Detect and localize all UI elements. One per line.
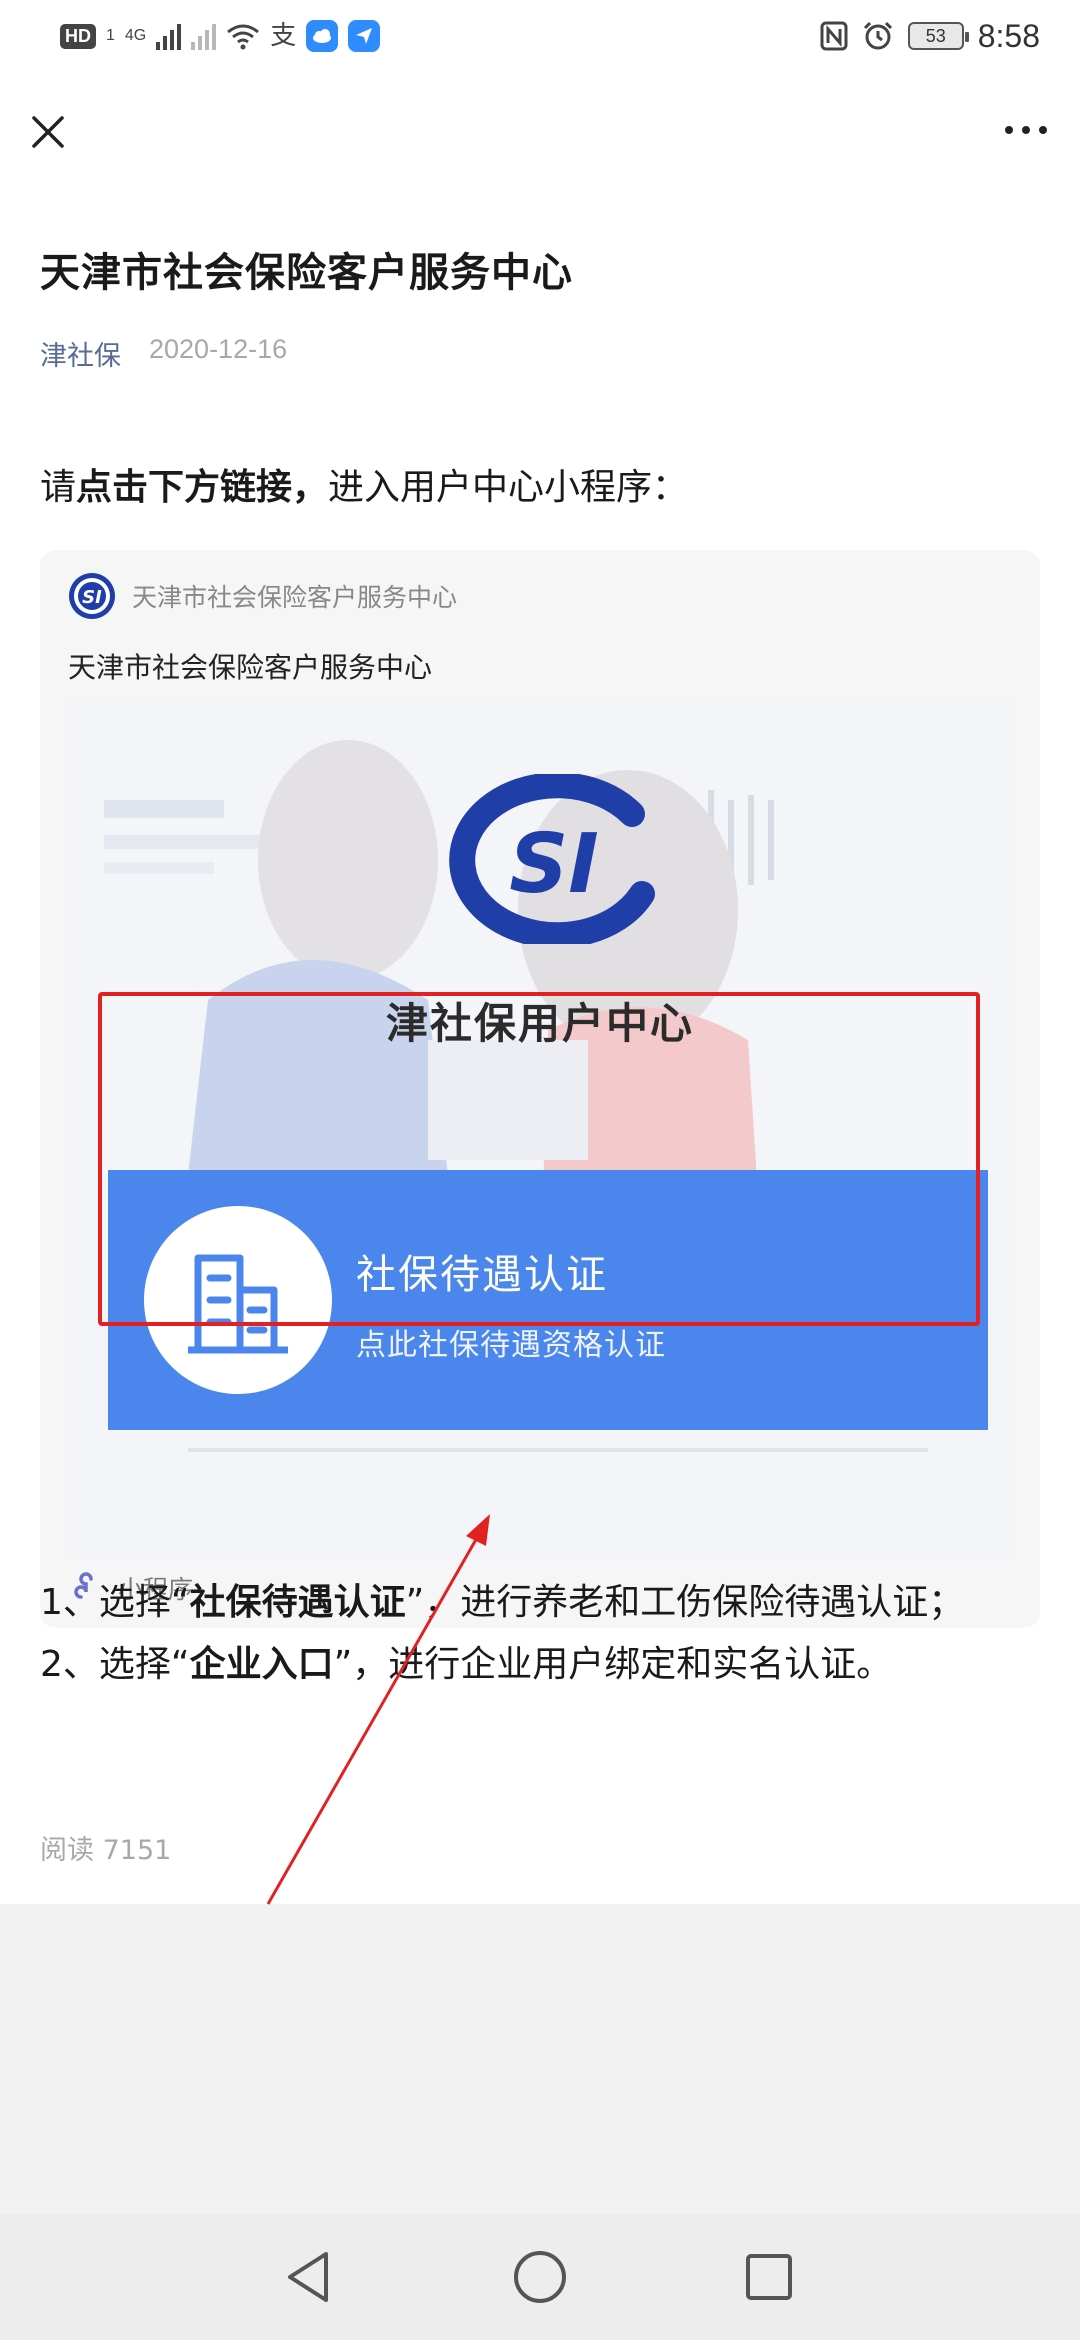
wifi-icon — [227, 24, 260, 50]
step-1: 1、选择“社保待遇认证”，进行养老和工伤保险待遇认证； — [40, 1572, 1050, 1634]
step-2-prefix: 2、选择“ — [40, 1644, 190, 1685]
battery-level: 53 — [925, 25, 946, 46]
publish-date: 2020-12-16 — [149, 334, 288, 364]
send-app-icon — [348, 20, 381, 52]
home-icon[interactable] — [507, 2244, 573, 2310]
mini-program-source: SI 天津市社会保险客户服务中心 — [68, 572, 457, 620]
more-options-icon[interactable] — [996, 112, 1056, 148]
hd-sub-label: 1 — [106, 27, 115, 44]
clock: 8:58 — [977, 17, 1040, 54]
status-right-icons: 53 8:58 — [820, 18, 1040, 54]
nfc-icon — [820, 21, 848, 51]
csi-logo-icon: SI — [449, 774, 655, 944]
social-security-logo-icon: SI — [69, 573, 115, 619]
step-1-suffix: ”，进行养老和工伤保险待遇认证； — [405, 1582, 965, 1623]
step-1-bold: 社保待遇认证 — [189, 1582, 406, 1623]
recent-apps-icon[interactable] — [736, 2244, 802, 2310]
instruction-steps: 1、选择“社保待遇认证”，进行养老和工伤保险待遇认证； 2、选择“企业入口”，进… — [40, 1572, 1050, 1696]
step-2-bold: 企业入口 — [189, 1644, 334, 1685]
mini-program-source-name: 天津市社会保险客户服务中心 — [132, 583, 458, 612]
signal-strength-icon — [156, 22, 182, 50]
article-title: 天津市社会保险客户服务中心 — [40, 250, 573, 296]
step-1-prefix: 1、选择“ — [40, 1582, 190, 1623]
article-page: 天津市社会保险客户服务中心 津社保 2020-12-16 请点击下方链接，进入用… — [0, 72, 1080, 1904]
battery-icon: 53 — [907, 22, 969, 50]
mini-program-description: 天津市社会保险客户服务中心 — [68, 651, 433, 684]
banner-subtitle: 点此社保待遇资格认证 — [356, 1328, 666, 1363]
svg-text:SI: SI — [82, 587, 102, 608]
alipay-icon: 支 — [270, 21, 297, 51]
system-navigation-bar — [0, 2214, 1080, 2340]
highlight-rectangle — [98, 992, 980, 1326]
step-2: 2、选择“企业入口”，进行企业用户绑定和实名认证。 — [40, 1634, 1050, 1696]
step-2-suffix: ”，进行企业用户绑定和实名认证。 — [333, 1644, 893, 1685]
signal-empty-icon — [191, 22, 217, 50]
cloud-app-icon — [306, 20, 339, 52]
status-bar: HD 1 4G 支 53 8:58 — [0, 0, 1080, 72]
svg-text:SI: SI — [509, 817, 599, 912]
intro-prefix: 请 — [40, 467, 77, 508]
alarm-icon — [863, 21, 892, 50]
intro-bold: 点击下方链接， — [76, 467, 329, 508]
hd-badge: HD — [60, 23, 96, 49]
intro-suffix: 进入用户中心小程序： — [328, 467, 689, 508]
close-icon[interactable] — [24, 108, 72, 156]
intro-text: 请点击下方链接，进入用户中心小程序： — [40, 458, 688, 510]
network-type-label: 4G — [124, 27, 147, 44]
article-meta: 津社保 2020-12-16 — [40, 334, 287, 373]
back-icon[interactable] — [276, 2244, 342, 2310]
account-name-link[interactable]: 津社保 — [40, 334, 121, 373]
read-count: 阅读 7151 — [40, 1835, 172, 1866]
status-left-icons: HD 1 4G 支 — [60, 18, 381, 54]
